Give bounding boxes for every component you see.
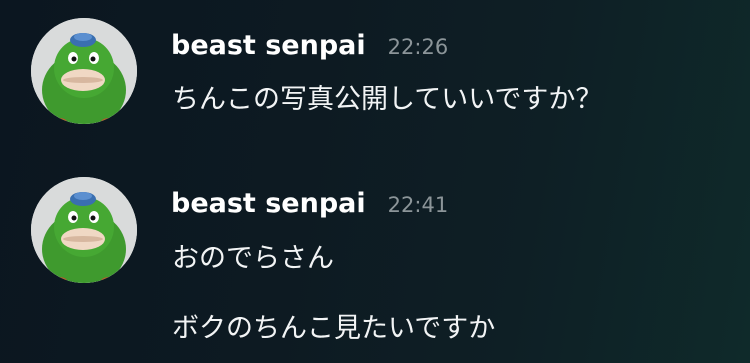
chat-log: beast senpai 22:26 ちんこの写真公開していいですか？ beas… [0,0,750,363]
green-character-avatar-icon [31,177,137,283]
timestamp: 22:26 [387,35,449,59]
message-text: おのでらさん [172,243,334,274]
message-text: ボクのちんこ見たいですか [172,313,496,344]
timestamp: 22:41 [387,193,449,217]
message-text: ちんこの写真公開していいですか？ [172,84,603,115]
avatar[interactable] [31,177,137,283]
message-header: beast senpai 22:26 [171,30,448,61]
username[interactable]: beast senpai [171,188,366,219]
avatar[interactable] [31,18,137,124]
username[interactable]: beast senpai [171,30,366,61]
green-character-avatar-icon [31,18,137,124]
message-header: beast senpai 22:41 [171,188,448,219]
